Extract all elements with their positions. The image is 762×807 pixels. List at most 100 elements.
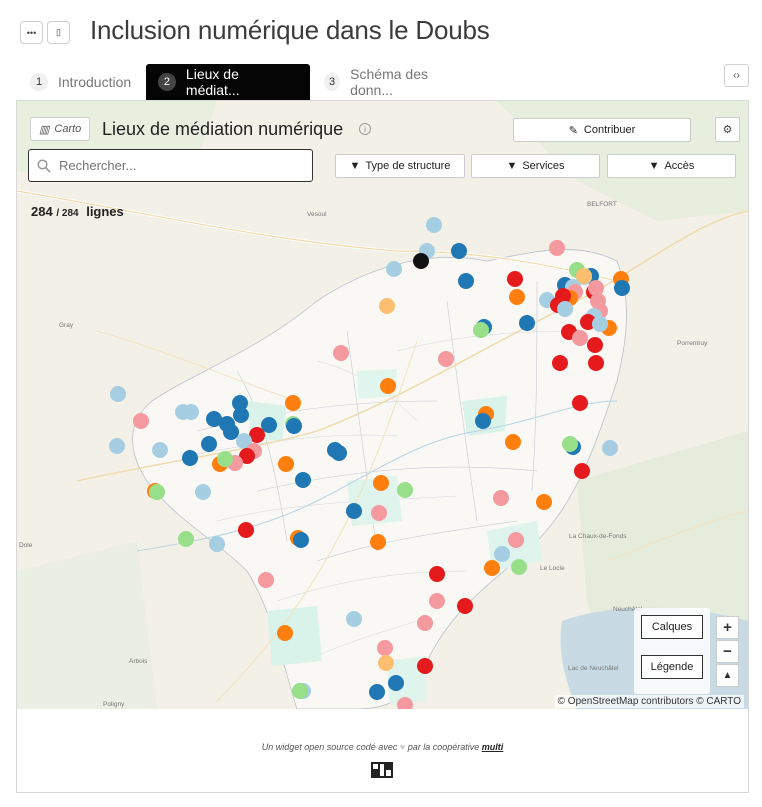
map-marker[interactable] xyxy=(278,456,294,472)
info-icon[interactable]: i xyxy=(359,123,371,135)
zoom-out-button[interactable]: − xyxy=(716,640,739,663)
map-marker[interactable] xyxy=(572,330,588,346)
map-marker[interactable] xyxy=(473,322,489,338)
map-marker[interactable] xyxy=(110,386,126,402)
map-marker[interactable] xyxy=(209,536,225,552)
multi-link[interactable]: multi xyxy=(482,742,504,752)
map-marker[interactable] xyxy=(592,316,608,332)
map-marker[interactable] xyxy=(286,418,302,434)
map-marker[interactable] xyxy=(370,534,386,550)
tab-number: 2 xyxy=(158,73,176,91)
map-marker[interactable] xyxy=(380,378,396,394)
map-marker[interactable] xyxy=(386,261,402,277)
map-marker[interactable] xyxy=(109,438,125,454)
place-label: Vesoul xyxy=(307,211,327,218)
map-marker[interactable] xyxy=(574,463,590,479)
map-marker[interactable] xyxy=(458,273,474,289)
contribute-button[interactable]: ✎ Contribuer xyxy=(513,118,691,142)
settings-button[interactable]: ⚙ xyxy=(715,117,740,142)
map-marker[interactable] xyxy=(223,424,239,440)
search-input[interactable] xyxy=(59,158,289,173)
map-view[interactable]: Vesoul BELFORT Gray Porrentruy Dole La Chaux-… xyxy=(17,101,748,709)
map-marker[interactable] xyxy=(149,484,165,500)
map-marker[interactable] xyxy=(377,640,393,656)
map-marker[interactable] xyxy=(183,404,199,420)
place-label: Gray xyxy=(59,322,74,329)
map-marker[interactable] xyxy=(292,683,308,699)
map-marker[interactable] xyxy=(572,395,588,411)
map-marker[interactable] xyxy=(333,345,349,361)
map-marker[interactable] xyxy=(457,598,473,614)
map-marker[interactable] xyxy=(508,532,524,548)
map-marker[interactable] xyxy=(293,532,309,548)
map-marker[interactable] xyxy=(233,407,249,423)
map-marker[interactable] xyxy=(494,546,510,562)
map-marker[interactable] xyxy=(507,271,523,287)
map-marker[interactable] xyxy=(493,490,509,506)
map-marker[interactable] xyxy=(519,315,535,331)
map-marker[interactable] xyxy=(133,413,149,429)
filter-services[interactable]: ▼ Services xyxy=(471,154,600,178)
map-marker[interactable] xyxy=(295,472,311,488)
toolbar-dots-button[interactable]: ••• xyxy=(20,21,43,44)
map-marker[interactable] xyxy=(379,298,395,314)
map-marker[interactable] xyxy=(373,475,389,491)
embed-code-button[interactable]: ‹› xyxy=(724,64,749,87)
layers-button[interactable]: Calques xyxy=(641,615,703,639)
map-marker[interactable] xyxy=(417,615,433,631)
map-marker[interactable] xyxy=(285,395,301,411)
map-marker[interactable] xyxy=(195,484,211,500)
tab-schema-donnees[interactable]: 3 Schéma des donn... xyxy=(310,64,476,100)
legend-button[interactable]: Légende xyxy=(641,655,703,679)
map-marker[interactable] xyxy=(438,351,454,367)
map-marker[interactable] xyxy=(536,494,552,510)
map-marker[interactable] xyxy=(378,655,394,671)
search-box[interactable] xyxy=(28,149,313,182)
map-marker[interactable] xyxy=(484,560,500,576)
map-marker[interactable] xyxy=(371,505,387,521)
map-marker[interactable] xyxy=(331,445,347,461)
map-marker[interactable] xyxy=(576,268,592,284)
map-marker[interactable] xyxy=(505,434,521,450)
map-marker[interactable] xyxy=(511,559,527,575)
footer-text-2: par la coopérative xyxy=(407,742,480,752)
map-marker[interactable] xyxy=(238,522,254,538)
map-marker[interactable] xyxy=(451,243,467,259)
map-marker[interactable] xyxy=(217,451,233,467)
toolbar-database-button[interactable]: ▯ xyxy=(47,21,70,44)
map-marker[interactable] xyxy=(426,217,442,233)
tab-label: Schéma des donn... xyxy=(350,66,428,98)
map-marker[interactable] xyxy=(509,289,525,305)
map-marker[interactable] xyxy=(346,611,362,627)
map-marker[interactable] xyxy=(413,253,429,269)
map-marker[interactable] xyxy=(346,503,362,519)
map-marker[interactable] xyxy=(549,240,565,256)
zoom-in-button[interactable]: + xyxy=(716,616,739,639)
map-marker[interactable] xyxy=(152,442,168,458)
filter-type-structure[interactable]: ▼ Type de structure xyxy=(335,154,465,178)
map-marker[interactable] xyxy=(397,482,413,498)
map-marker[interactable] xyxy=(587,337,603,353)
map-marker[interactable] xyxy=(277,625,293,641)
tab-introduction[interactable]: 1 Introduction xyxy=(16,64,146,100)
map-marker[interactable] xyxy=(182,450,198,466)
tab-lieux-mediation[interactable]: 2 Lieux de médiat... xyxy=(146,64,310,100)
map-marker[interactable] xyxy=(417,658,433,674)
map-marker[interactable] xyxy=(388,675,404,691)
map-marker[interactable] xyxy=(429,593,445,609)
map-marker[interactable] xyxy=(258,572,274,588)
filter-acces[interactable]: ▼ Accès xyxy=(607,154,736,178)
map-marker[interactable] xyxy=(552,355,568,371)
map-marker[interactable] xyxy=(562,436,578,452)
map-marker[interactable] xyxy=(588,355,604,371)
map-marker[interactable] xyxy=(557,301,573,317)
map-marker[interactable] xyxy=(602,440,618,456)
map-marker[interactable] xyxy=(369,684,385,700)
map-marker[interactable] xyxy=(178,531,194,547)
count-total: / 284 xyxy=(56,208,79,219)
map-marker[interactable] xyxy=(614,280,630,296)
map-marker[interactable] xyxy=(201,436,217,452)
compass-button[interactable]: ▲ xyxy=(716,664,739,687)
map-marker[interactable] xyxy=(475,413,491,429)
map-marker[interactable] xyxy=(429,566,445,582)
